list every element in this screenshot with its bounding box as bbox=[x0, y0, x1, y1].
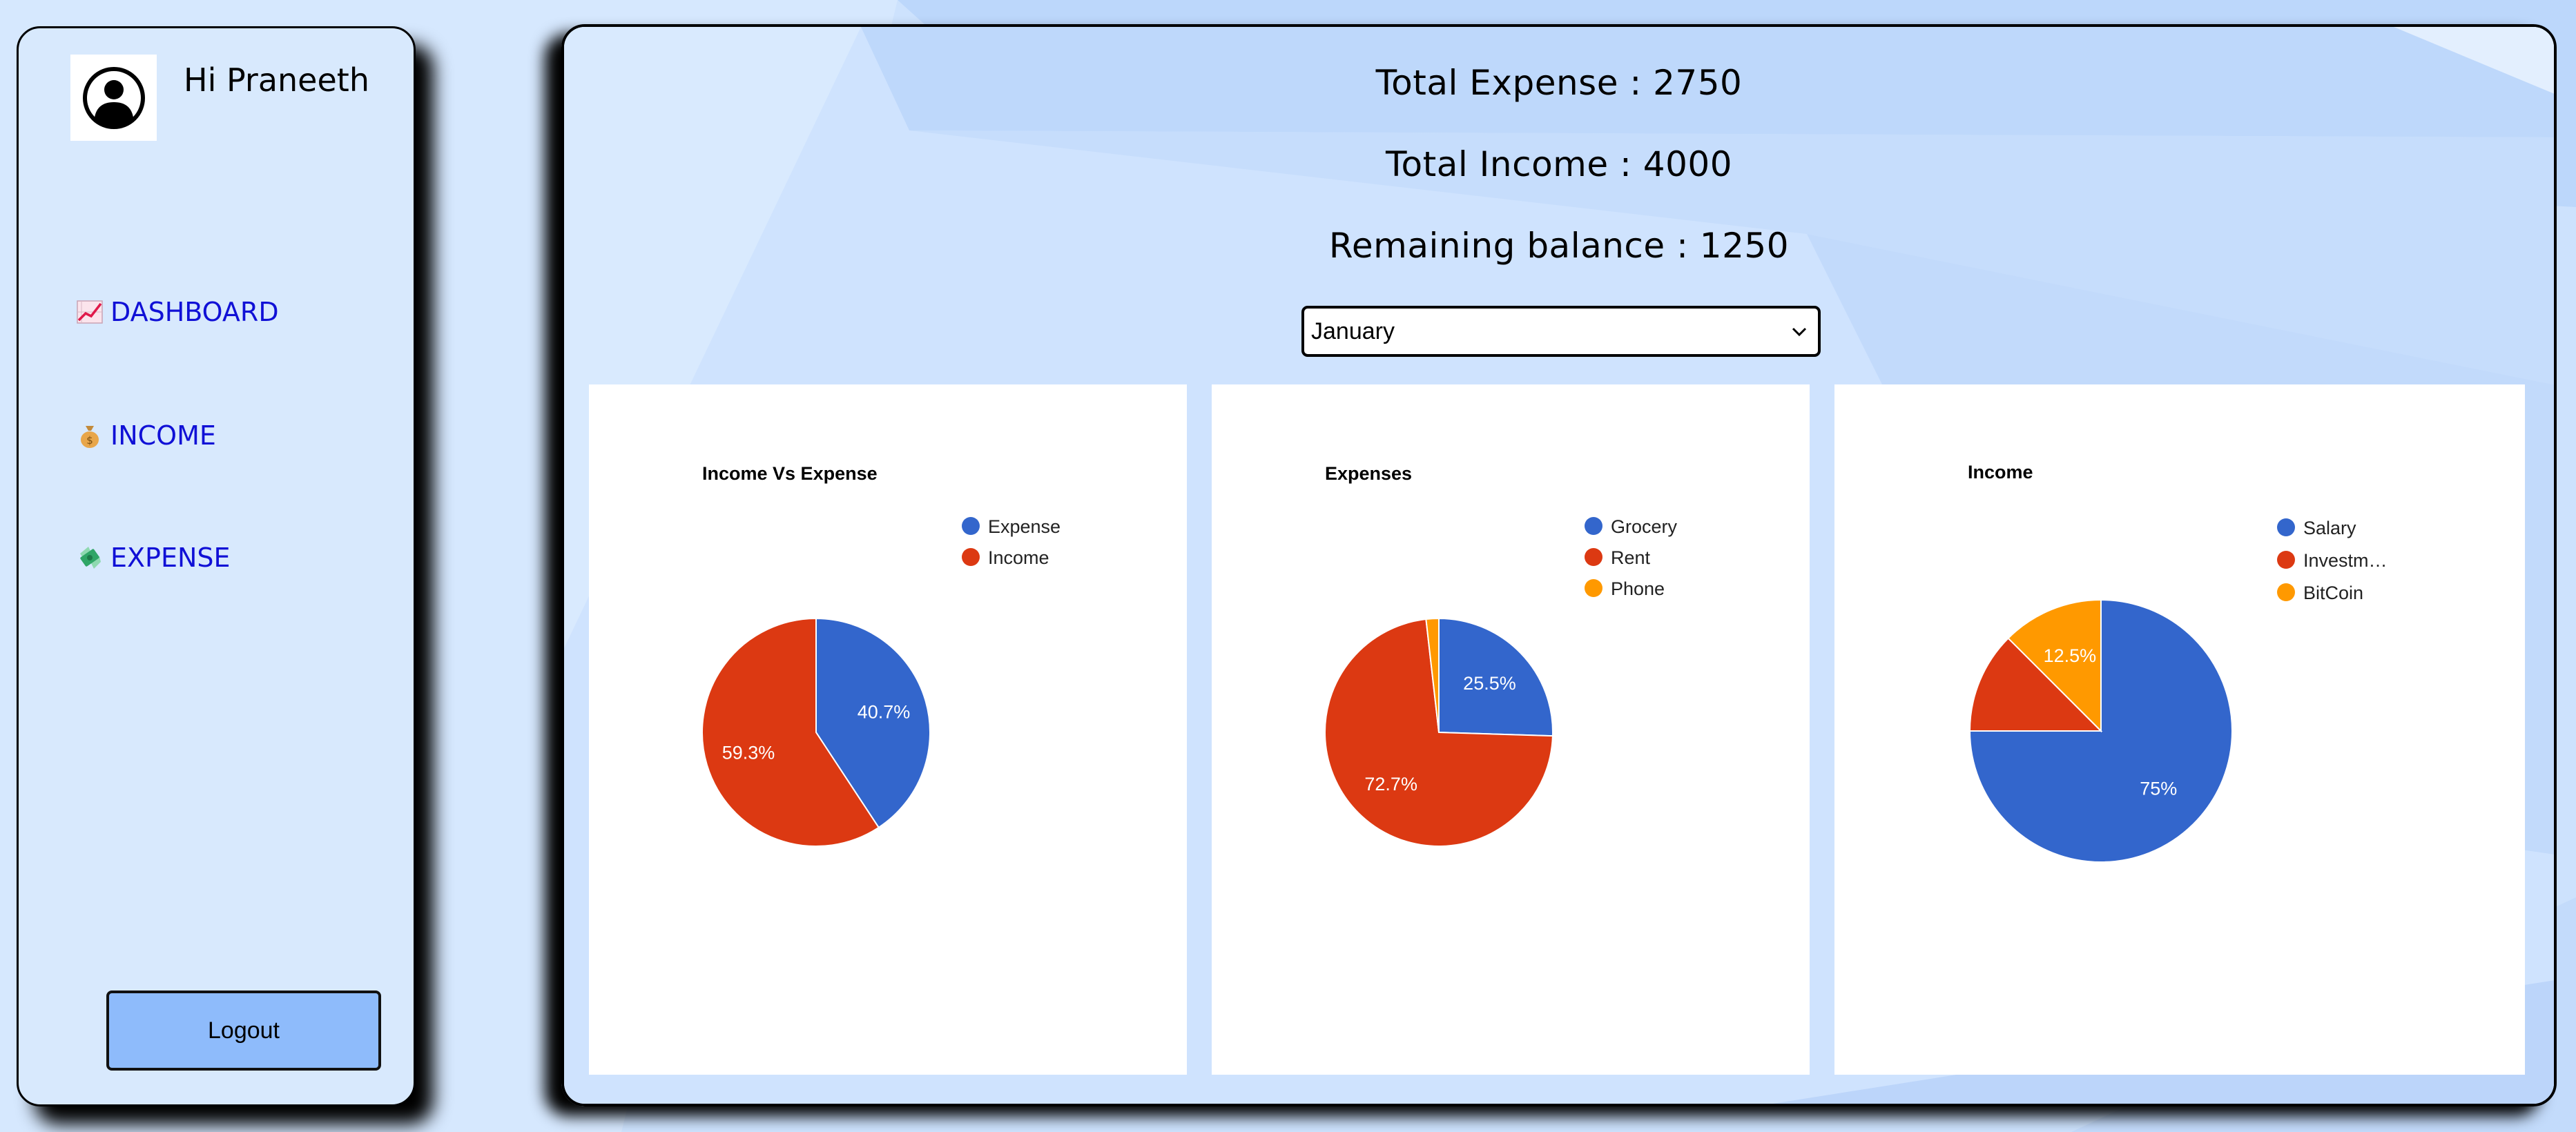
chart-title: Income bbox=[1968, 462, 2033, 482]
legend-label[interactable]: Rent bbox=[1611, 547, 1651, 568]
legend-marker bbox=[2277, 583, 2295, 601]
pie-chart-income-vs-expense: Income Vs Expense 40.7% 59.3% Expense Inco… bbox=[701, 463, 1061, 847]
nav-item-income[interactable]: $ INCOME bbox=[76, 415, 216, 456]
pie-slice-percent-label: 12.5% bbox=[2044, 645, 2097, 666]
money-bag-icon: $ bbox=[76, 422, 104, 449]
nav-income-label: INCOME bbox=[110, 420, 216, 451]
pie-chart-income: Income 75% 12.5% Salary Investm… BitCoin bbox=[1968, 462, 2388, 863]
pie-slice-percent-label: 59.3% bbox=[722, 742, 775, 763]
money-with-wings-icon bbox=[76, 544, 104, 572]
remaining-balance-text: Remaining balance : 1250 bbox=[1328, 226, 1790, 266]
legend-label[interactable]: Investm… bbox=[2303, 550, 2388, 571]
total-expense-text: Total Expense : 2750 bbox=[1375, 63, 1743, 103]
legend-marker bbox=[962, 517, 980, 535]
total-income-text: Total Income : 4000 bbox=[1385, 144, 1733, 184]
logout-button[interactable]: Logout bbox=[106, 990, 381, 1071]
legend-marker bbox=[2277, 518, 2295, 536]
legend-marker bbox=[1585, 579, 1602, 597]
user-avatar-icon bbox=[82, 66, 145, 129]
legend-label[interactable]: Phone bbox=[1611, 578, 1665, 599]
nav-dashboard-label: DASHBOARD bbox=[110, 297, 279, 327]
pie-chart-expenses: Expenses 25.5% 72.7% Grocery Rent Phone bbox=[1324, 463, 1678, 847]
nav-expense-label: EXPENSE bbox=[110, 543, 231, 573]
chart-title: Income Vs Expense bbox=[702, 463, 878, 484]
pie-slice-percent-label: 25.5% bbox=[1463, 673, 1516, 694]
svg-text:$: $ bbox=[86, 434, 93, 447]
user-greeting: Hi Praneeth bbox=[184, 61, 369, 99]
month-select[interactable]: January bbox=[1301, 306, 1821, 357]
legend-label[interactable]: Income bbox=[988, 547, 1049, 568]
nav-item-expense[interactable]: EXPENSE bbox=[76, 537, 231, 578]
legend-marker bbox=[2277, 551, 2295, 569]
legend-label[interactable]: Salary bbox=[2303, 518, 2356, 538]
pie-slice-percent-label: 40.7% bbox=[858, 702, 911, 723]
chart-card-expenses: Expenses 25.5% 72.7% Grocery Rent Phone bbox=[1212, 384, 1810, 1075]
month-select-value: January bbox=[1311, 318, 1395, 344]
chart-card-income: Income 75% 12.5% Salary Investm… BitCoin bbox=[1834, 384, 2525, 1075]
legend-label[interactable]: Expense bbox=[988, 516, 1061, 537]
legend-marker bbox=[1585, 548, 1602, 566]
legend-marker bbox=[1585, 517, 1602, 535]
nav-item-dashboard[interactable]: DASHBOARD bbox=[76, 291, 279, 333]
pie-slice-percent-label: 75% bbox=[2140, 778, 2177, 799]
chart-title: Expenses bbox=[1325, 463, 1412, 484]
sidebar: Hi Praneeth DASHBOARD $ INCOME EXPENSE L… bbox=[17, 26, 416, 1106]
pie-slice-percent-label: 72.7% bbox=[1364, 774, 1417, 794]
chart-increasing-icon bbox=[76, 298, 104, 326]
legend-marker bbox=[962, 548, 980, 566]
chart-card-income-vs-expense: Income Vs Expense 40.7% 59.3% Expense Inco… bbox=[589, 384, 1187, 1075]
main-panel: Total Expense : 2750 Total Income : 4000… bbox=[561, 24, 2557, 1106]
legend-label[interactable]: Grocery bbox=[1611, 516, 1678, 537]
legend-label[interactable]: BitCoin bbox=[2303, 583, 2363, 603]
avatar[interactable] bbox=[70, 55, 157, 141]
chevron-down-icon bbox=[1792, 327, 1807, 337]
